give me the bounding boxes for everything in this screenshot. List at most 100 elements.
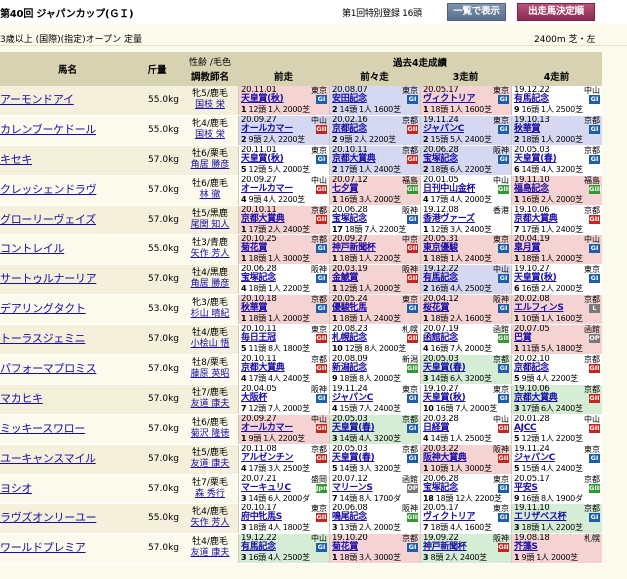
past-race-cell[interactable]: 20.10.11 東京 毎日王冠 GII 5 11頭 8人 1800芝 bbox=[238, 325, 329, 355]
race-name-link[interactable]: 日経賞 bbox=[423, 423, 449, 434]
race-name-link[interactable]: 優駿牝馬 bbox=[332, 304, 367, 314]
race-name-link[interactable]: 天皇賞(春) bbox=[423, 364, 466, 374]
race-name-link[interactable]: 芥藻S bbox=[514, 543, 538, 553]
race-name-link[interactable]: 皐月賞 bbox=[514, 244, 540, 254]
race-name-link[interactable]: ヴィクトリア bbox=[423, 513, 476, 523]
race-name-link[interactable]: エルフィンS bbox=[514, 304, 564, 314]
race-name-link[interactable]: 天皇賞(春) bbox=[514, 154, 557, 165]
race-name-link[interactable]: 有馬記念 bbox=[423, 274, 458, 284]
horse-name-link[interactable]: ラヴズオンリーユー bbox=[0, 504, 135, 533]
past-race-cell[interactable]: 20.05.03 京都 天皇賞(春) GI 6 14頭 4人 3200芝 bbox=[511, 145, 602, 175]
past-race-cell[interactable]: 19.10.27 東京 天皇賞(秋) GI 10 16頭 7人 2000芝 bbox=[420, 384, 511, 414]
past-race-cell[interactable]: 20.09.27 中山 オールカマー GII 1 9頭 1人 2200芝 bbox=[238, 414, 329, 444]
race-name-link[interactable]: 宝塚記念 bbox=[423, 483, 458, 494]
race-name-link[interactable]: AJCC bbox=[514, 423, 537, 434]
past-race-cell[interactable]: 20.10.11 京都 京都大賞典 GII 4 17頭 4人 2400芝 bbox=[238, 355, 329, 384]
past-race-cell[interactable]: 20.08.07 東京 安田記念 GI 2 14頭 1人 1600芝 bbox=[329, 86, 420, 115]
trainer-link[interactable]: 友道 康夫 bbox=[186, 548, 234, 559]
past-race-cell[interactable]: 20.07.05 函館 巴賞 OP 1 11頭 5人 1800芝 bbox=[511, 325, 602, 355]
past-race-cell[interactable]: 20.05.17 東京 ヴィクトリア GI 7 18頭 4人 1600芝 bbox=[420, 504, 511, 534]
race-name-link[interactable]: 宝塚記念 bbox=[241, 274, 276, 284]
race-name-link[interactable]: 天皇賞(秋) bbox=[241, 154, 284, 165]
horse-name-link[interactable]: ミッキースワロー bbox=[0, 415, 135, 444]
race-name-link[interactable]: 天皇賞(春) bbox=[332, 423, 375, 434]
horse-name-link[interactable]: マカヒキ bbox=[0, 385, 135, 414]
past-race-cell[interactable]: 19.12.08 香港 香港ヴァーズ 1 12頭 3人 2400芝 bbox=[420, 205, 511, 235]
past-race-cell[interactable]: 20.01.05 中山 日刊中山金杯 GIII 4 17頭 4人 2000芝 bbox=[420, 175, 511, 205]
race-name-link[interactable]: 秋華賞 bbox=[241, 304, 267, 314]
race-name-link[interactable]: 京都大賞典 bbox=[241, 364, 285, 374]
race-name-link[interactable]: 京都記念 bbox=[332, 124, 367, 135]
race-name-link[interactable]: ジャパンC bbox=[514, 453, 555, 464]
past-race-cell[interactable]: 20.07.12 福島 七夕賞 GIII 1 16頭 3人 2000芝 bbox=[329, 175, 420, 205]
past-race-cell[interactable]: 20.05.03 京都 天皇賞(春) GI 5 14頭 3人 3200芝 bbox=[329, 444, 420, 474]
trainer-link[interactable]: 尾関 知人 bbox=[186, 220, 234, 231]
past-race-cell[interactable]: 19.12.22 中山 有馬記念 GI 9 16頭 1人 2500芝 bbox=[511, 86, 602, 115]
race-name-link[interactable]: オールカマー bbox=[241, 423, 293, 434]
past-race-cell[interactable]: 20.08.09 新潟 新潟記念 GIII 9 18頭 8人 2000芝 bbox=[329, 355, 420, 384]
race-name-link[interactable]: オールカマー bbox=[241, 184, 293, 195]
past-race-cell[interactable]: 20.06.28 東京 宝塚記念 GI 18 18頭 12人 2200芝 bbox=[420, 474, 511, 504]
race-name-link[interactable]: 金鯱賞 bbox=[332, 274, 358, 284]
race-name-link[interactable]: 阪神大賞典 bbox=[423, 453, 467, 464]
past-race-cell[interactable]: 20.05.17 京都 平安S GIII 9 16頭 8人 1900ダ bbox=[511, 474, 602, 504]
race-name-link[interactable]: 毎日王冠 bbox=[241, 334, 276, 344]
horse-name-link[interactable]: ヨシオ bbox=[0, 475, 135, 504]
horse-name-link[interactable]: パフォーマプロミス bbox=[0, 355, 135, 384]
past-race-cell[interactable]: 20.04.19 中山 皐月賞 GI 1 18頭 1人 2000芝 bbox=[511, 235, 602, 265]
past-race-cell[interactable]: 20.06.28 阪神 宝塚記念 GI 2 18頭 6人 2200芝 bbox=[420, 145, 511, 175]
past-race-cell[interactable]: 19.09.22 阪神 神戸新聞杯 GII 3 8頭 2人 2400芝 bbox=[420, 534, 511, 564]
race-name-link[interactable]: マリーンS bbox=[332, 483, 373, 494]
race-name-link[interactable]: 有馬記念 bbox=[241, 543, 276, 553]
past-race-cell[interactable]: 20.09.27 中山 オールカマー GII 4 9頭 4人 2200芝 bbox=[238, 175, 329, 205]
race-name-link[interactable]: 府中牝馬S bbox=[241, 513, 282, 523]
past-race-cell[interactable]: 19.10.27 東京 天皇賞(秋) GI 6 16頭 2人 2000芝 bbox=[511, 265, 602, 295]
past-race-cell[interactable]: 19.11.24 東京 ジャパンC GI 2 15頭 5人 2400芝 bbox=[420, 115, 511, 145]
past-race-cell[interactable]: 20.03.22 阪神 阪神大賞典 GII 1 10頭 1人 3000芝 bbox=[420, 444, 511, 474]
race-name-link[interactable]: 鳴尾記念 bbox=[332, 513, 367, 523]
horse-name-link[interactable]: キセキ bbox=[0, 146, 135, 175]
trainer-link[interactable]: 矢作 芳人 bbox=[186, 518, 234, 529]
past-race-cell[interactable]: 20.01.28 中山 AJCC GII 5 12頭 1人 2200芝 bbox=[511, 414, 602, 444]
race-name-link[interactable]: ジャパンC bbox=[332, 393, 373, 404]
past-race-cell[interactable]: 20.03.19 阪神 金鯱賞 GII 1 12頭 1人 2000芝 bbox=[329, 265, 420, 295]
horse-name-link[interactable]: トーラスジェミニ bbox=[0, 325, 135, 354]
past-race-cell[interactable]: 20.04.12 阪神 桜花賞 GI 1 18頭 2人 1600芝 bbox=[420, 295, 511, 325]
past-race-cell[interactable]: 20.11.01 東京 天皇賞(秋) GI 1 12頭 1人 2000芝 bbox=[238, 86, 329, 115]
race-name-link[interactable]: 神戸新聞杯 bbox=[332, 244, 376, 254]
past-race-cell[interactable]: 20.06.08 阪神 鳴尾記念 GIII 3 13頭 2人 2000芝 bbox=[329, 504, 420, 534]
trainer-link[interactable]: 小桧山 悟 bbox=[186, 339, 234, 350]
trainer-link[interactable]: 菊沢 隆徳 bbox=[186, 429, 234, 440]
past-race-cell[interactable]: 19.11.10 京都 エリザベス杯 GI 3 18頭 1人 2200芝 bbox=[511, 504, 602, 534]
past-race-cell[interactable]: 20.11.01 東京 天皇賞(秋) GI 5 12頭 5人 2000芝 bbox=[238, 145, 329, 175]
race-name-link[interactable]: 神戸新聞杯 bbox=[423, 543, 467, 553]
race-name-link[interactable]: 札幌記念 bbox=[332, 334, 367, 344]
past-race-cell[interactable]: 19.08.18 札幌 芥藻S 1 9頭 1人 2000芝 bbox=[511, 534, 602, 564]
horse-name-link[interactable]: コントレイル bbox=[0, 235, 135, 264]
trainer-link[interactable]: 藤原 英昭 bbox=[186, 369, 234, 380]
race-name-link[interactable]: 安田記念 bbox=[332, 94, 367, 105]
race-name-link[interactable]: 京都大賞典 bbox=[514, 214, 558, 225]
race-name-link[interactable]: 巴賞 bbox=[514, 334, 532, 344]
past-race-cell[interactable]: 20.10.25 京都 菊花賞 GI 1 18頭 1人 3000芝 bbox=[238, 235, 329, 265]
horse-name-link[interactable]: アーモンドアイ bbox=[0, 86, 135, 115]
race-name-link[interactable]: 有馬記念 bbox=[514, 94, 549, 105]
race-name-link[interactable]: 秋華賞 bbox=[514, 124, 540, 135]
past-race-cell[interactable]: 20.10.11 京都 京都大賞典 GII 1 17頭 2人 2400芝 bbox=[238, 205, 329, 235]
past-race-cell[interactable]: 20.07.12 函館 マリーンS OP 7 14頭 8人 1700ダ bbox=[329, 474, 420, 504]
horse-name-link[interactable]: グローリーヴェイズ bbox=[0, 206, 135, 235]
past-race-cell[interactable]: 20.06.28 阪神 宝塚記念 GI 4 18頭 1人 2200芝 bbox=[238, 265, 329, 295]
past-race-cell[interactable]: 20.02.10 京都 京都記念 GII 5 9頭 4人 2200芝 bbox=[511, 355, 602, 384]
trainer-link[interactable]: 国枝 栄 bbox=[186, 130, 234, 141]
trainer-link[interactable]: 友道 康夫 bbox=[186, 459, 234, 470]
race-name-link[interactable]: ジャパンC bbox=[423, 124, 464, 135]
past-race-cell[interactable]: 20.09.27 中京 神戸新聞杯 GII 1 18頭 1人 2200芝 bbox=[329, 235, 420, 265]
past-race-cell[interactable]: 19.12.22 中山 有馬記念 GI 3 16頭 4人 2500芝 bbox=[238, 534, 329, 564]
past-race-cell[interactable]: 20.06.28 阪神 宝塚記念 GI 17 18頭 7人 2200芝 bbox=[329, 205, 420, 235]
race-name-link[interactable]: オールカマー bbox=[241, 124, 293, 135]
trainer-link[interactable]: 矢作 芳人 bbox=[186, 249, 234, 260]
race-name-link[interactable]: 菊花賞 bbox=[332, 543, 358, 553]
race-name-link[interactable]: エリザベス杯 bbox=[514, 513, 567, 523]
past-race-cell[interactable]: 19.11.10 福島 福島記念 GIII 1 16頭 2人 2000芝 bbox=[511, 175, 602, 205]
race-name-link[interactable]: 東京優駿 bbox=[423, 244, 458, 254]
